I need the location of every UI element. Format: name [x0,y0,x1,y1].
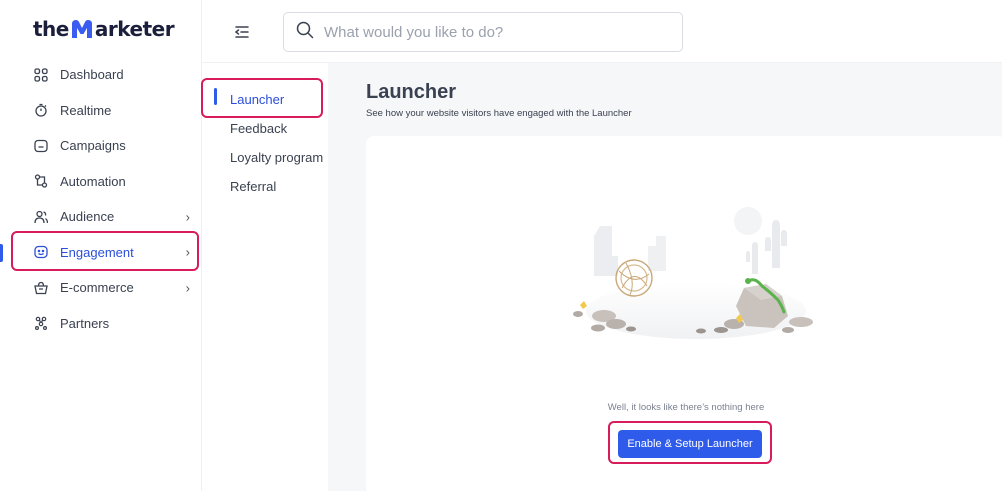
page-subtitle: See how your website visitors have engag… [366,108,632,119]
nav-item-automation[interactable]: Automation [0,164,202,200]
nav-label: Dashboard [60,67,124,83]
empty-state-card: Well, it looks like there’s nothing here… [366,136,1002,491]
nav-item-audience[interactable]: Audience › [0,199,202,235]
basket-icon [33,280,49,296]
users-icon [33,209,49,225]
flow-icon [33,173,49,189]
chat-icon [33,244,49,260]
page-title: Launcher [366,81,457,103]
subnav-item-launcher[interactable]: Launcher [230,92,284,107]
folder-icon [33,138,49,154]
active-indicator [0,243,3,262]
logo-text-post: arketer [94,17,175,41]
logo-m-icon [70,18,94,40]
partners-icon [33,315,49,331]
nav-label: Partners [60,315,110,331]
main-content: Launcher See how your website visitors h… [328,63,1002,491]
nav-label: E-commerce [60,280,134,296]
enable-setup-launcher-button[interactable]: Enable & Setup Launcher [618,430,762,458]
nav-label: Audience [60,209,115,225]
stopwatch-icon [33,102,49,118]
chevron-right-icon: › [185,280,190,296]
logo-text-pre: the [33,17,69,41]
topbar [202,0,1002,63]
subnav-item-loyalty-program[interactable]: Loyalty program [230,150,323,165]
nav-label: Campaigns [60,138,126,154]
grid-icon [33,67,49,83]
nav-item-dashboard[interactable]: Dashboard [0,57,202,93]
nav-label: Realtime [60,102,112,118]
desert-empty-illustration [573,207,813,339]
empty-state-message: Well, it looks like there’s nothing here [607,402,765,413]
nav-item-realtime[interactable]: Realtime [0,93,202,129]
subnav-active-indicator [214,88,217,105]
search-box[interactable] [283,12,683,52]
main-nav: Dashboard Realtime Campaigns Automation … [0,57,202,341]
search-input[interactable] [324,23,664,41]
nav-item-campaigns[interactable]: Campaigns [0,128,202,164]
nav-item-engagement[interactable]: Engagement › [0,235,202,271]
brand-logo[interactable]: the arketer [33,14,175,44]
search-icon [296,21,314,44]
subnav-item-referral[interactable]: Referral [230,179,276,194]
chevron-right-icon: › [185,209,190,225]
collapse-sidebar-icon[interactable] [232,22,252,42]
subnav-item-feedback[interactable]: Feedback [230,121,287,136]
nav-label: Engagement [60,244,134,260]
sidebar: the arketer Dashboard Realtime Campaigns [0,0,202,491]
nav-item-ecommerce[interactable]: E-commerce › [0,270,202,306]
chevron-right-icon: › [185,244,190,260]
nav-item-partners[interactable]: Partners [0,306,202,342]
nav-label: Automation [60,173,126,189]
